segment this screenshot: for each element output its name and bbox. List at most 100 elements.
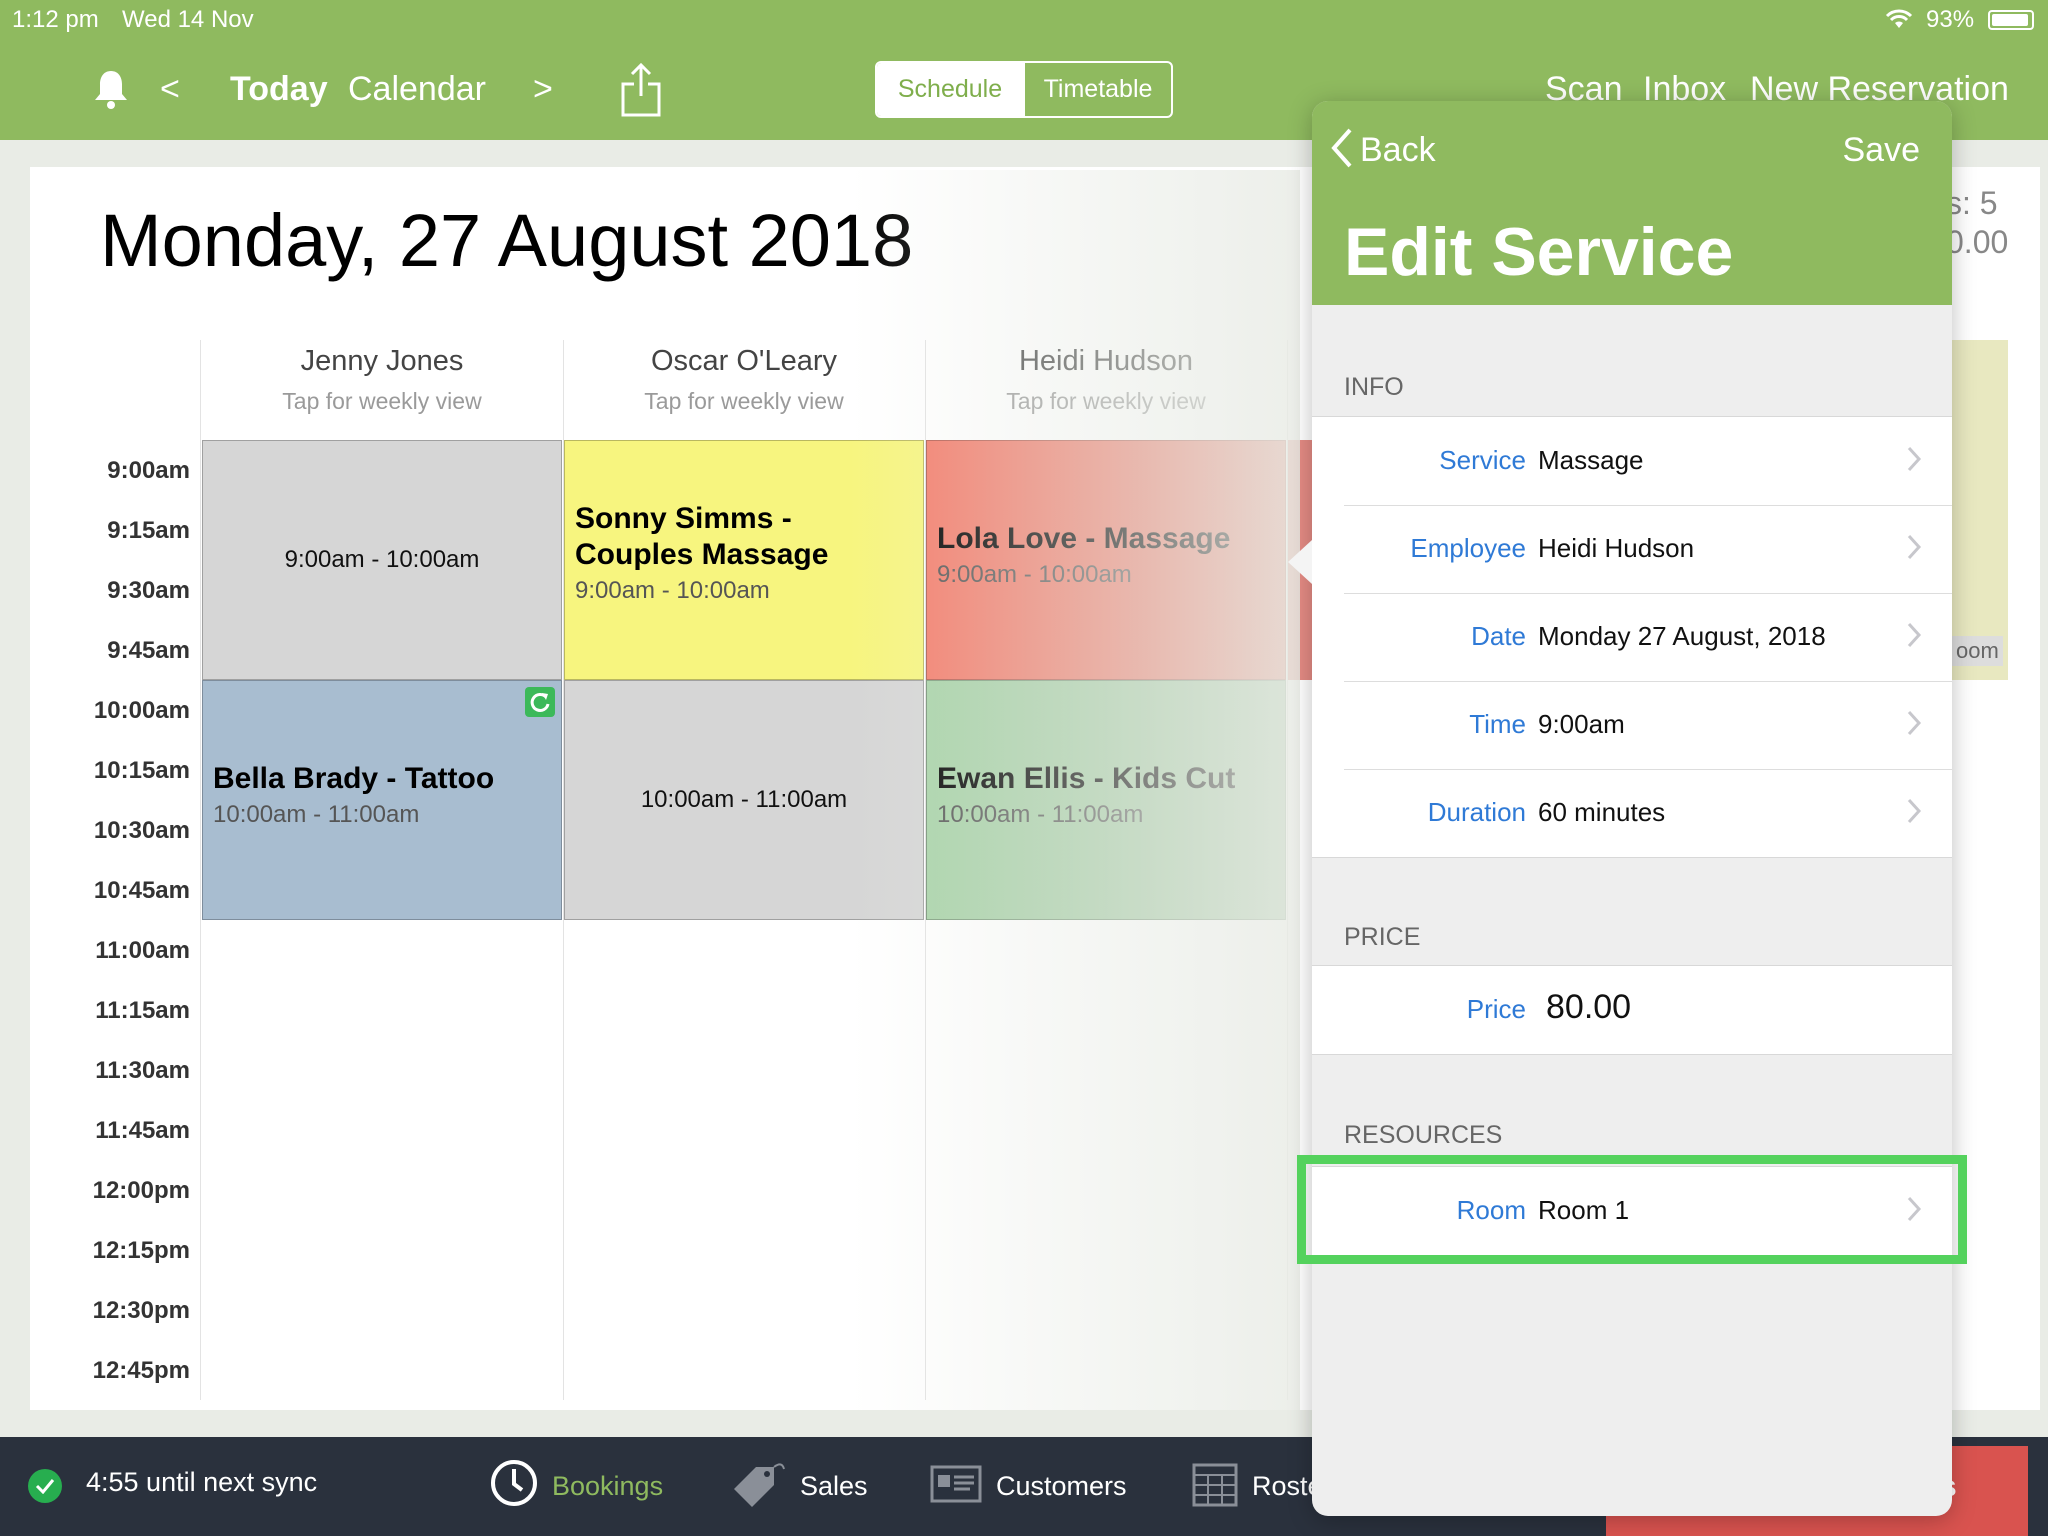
date-row[interactable]: Date Monday 27 August, 2018 bbox=[1312, 593, 1952, 681]
chevron-right-icon bbox=[1906, 797, 1922, 830]
resources-section-label: RESOURCES bbox=[1344, 1121, 1503, 1149]
price-row[interactable]: Price 80.00 bbox=[1312, 966, 1952, 1054]
row-value: Monday 27 August, 2018 bbox=[1538, 621, 1826, 651]
appointment-block[interactable]: Bella Brady - Tattoo 10:00am - 11:00am bbox=[202, 680, 562, 920]
appointment-block[interactable]: Ewan Ellis - Kids Cut 10:00am - 11:00am bbox=[926, 680, 1286, 920]
column-header-oscar[interactable]: Oscar O'Leary Tap for weekly view bbox=[564, 345, 924, 415]
clock-icon bbox=[490, 1459, 552, 1514]
row-label: Date bbox=[1471, 621, 1526, 651]
tab-bookings[interactable]: Bookings bbox=[490, 1459, 663, 1514]
status-date: Wed 14 Nov bbox=[122, 6, 254, 33]
back-button[interactable]: Back bbox=[1330, 127, 1436, 174]
duration-row[interactable]: Duration 60 minutes bbox=[1312, 769, 1952, 857]
appointment-time: 10:00am - 11:00am bbox=[640, 786, 848, 813]
appointment-time: 9:00am - 10:00am bbox=[575, 577, 770, 604]
time-label: 12:45pm bbox=[92, 1357, 190, 1384]
price-input[interactable]: 80.00 bbox=[1546, 988, 1631, 1027]
row-value: Heidi Hudson bbox=[1538, 533, 1695, 563]
time-label: 12:30pm bbox=[92, 1297, 190, 1324]
sync-status: 4:55 until next sync bbox=[86, 1467, 318, 1497]
save-button[interactable]: Save bbox=[1843, 131, 1921, 170]
appointment-time: 9:00am - 10:00am bbox=[937, 561, 1132, 588]
customers-icon bbox=[930, 1459, 996, 1514]
time-label: 12:15pm bbox=[92, 1237, 190, 1264]
tab-roster[interactable]: Roste bbox=[1192, 1459, 1323, 1514]
tab-label: Sales bbox=[800, 1471, 868, 1501]
row-label: Employee bbox=[1410, 533, 1526, 563]
panel-title: Edit Service bbox=[1344, 214, 1734, 290]
battery-percent: 93% bbox=[1926, 6, 1975, 33]
popover-arrow bbox=[1288, 540, 1312, 584]
peek-room-label: oom bbox=[1952, 636, 2003, 666]
time-label: 9:45am bbox=[107, 637, 190, 664]
appointment-time: 10:00am - 11:00am bbox=[937, 801, 1144, 828]
room-row-highlight bbox=[1297, 1155, 1967, 1264]
time-label: 11:45am bbox=[95, 1117, 190, 1144]
appointment-block[interactable]: Sonny Simms - Couples Massage 9:00am - 1… bbox=[564, 440, 924, 680]
row-value: 9:00am bbox=[1538, 709, 1625, 739]
time-label: 11:15am bbox=[95, 997, 190, 1024]
time-label: 10:30am bbox=[93, 817, 190, 844]
view-segmented-control: Schedule Timetable bbox=[875, 61, 1173, 118]
tab-sales[interactable]: Sales bbox=[730, 1459, 868, 1514]
appointment-time: 10:00am - 11:00am bbox=[213, 801, 420, 828]
appointment-block[interactable]: Lola Love - Massage 9:00am - 10:00am bbox=[926, 440, 1286, 680]
row-value: 60 minutes bbox=[1538, 797, 1666, 827]
column-subtitle: Tap for weekly view bbox=[1006, 388, 1206, 414]
appointment-title: Lola Love - Massage bbox=[937, 522, 1231, 555]
panel-header: Back Save Edit Service bbox=[1312, 101, 1952, 305]
tab-customers[interactable]: Customers bbox=[930, 1459, 1127, 1514]
appointment-title: Bella Brady - Tattoo bbox=[213, 762, 495, 795]
appointment-block[interactable]: 9:00am - 10:00am bbox=[202, 440, 562, 680]
price-tag-icon bbox=[730, 1459, 800, 1514]
repeat-icon bbox=[525, 687, 555, 717]
time-row[interactable]: Time 9:00am bbox=[1312, 681, 1952, 769]
time-label: 10:00am bbox=[93, 697, 190, 724]
appointment-time: 9:00am - 10:00am bbox=[284, 546, 480, 573]
column-name: Heidi Hudson bbox=[1018, 345, 1194, 377]
time-label: 10:45am bbox=[93, 877, 190, 904]
row-label: Price bbox=[1466, 994, 1526, 1024]
time-label: 12:00pm bbox=[92, 1177, 190, 1204]
employee-row[interactable]: Employee Heidi Hudson bbox=[1312, 505, 1952, 593]
prev-button[interactable]: < bbox=[160, 70, 180, 109]
sync-check-icon bbox=[28, 1469, 62, 1503]
column-header-jenny[interactable]: Jenny Jones Tap for weekly view bbox=[202, 345, 562, 415]
column-header-heidi[interactable]: Heidi Hudson Tap for weekly view bbox=[926, 345, 1286, 415]
right-column-peek: oom bbox=[1952, 340, 2008, 680]
time-label: 9:00am bbox=[107, 457, 190, 484]
time-label: 11:30am bbox=[95, 1057, 190, 1084]
next-button[interactable]: > bbox=[533, 70, 553, 109]
chevron-right-icon bbox=[1906, 621, 1922, 654]
row-value: Massage bbox=[1538, 445, 1644, 475]
time-label: 10:15am bbox=[93, 757, 190, 784]
chevron-right-icon bbox=[1906, 709, 1922, 742]
peek-text-1: s: 5 bbox=[1946, 185, 1998, 221]
appointment-title: Sonny Simms - Couples Massage bbox=[575, 502, 829, 571]
schedule-segment[interactable]: Schedule bbox=[877, 63, 1023, 116]
tab-label: Customers bbox=[996, 1471, 1127, 1501]
service-row[interactable]: Service Massage bbox=[1312, 417, 1952, 505]
time-label: 9:30am bbox=[107, 577, 190, 604]
status-time: 1:12 pm bbox=[12, 6, 99, 33]
bell-icon[interactable] bbox=[92, 68, 130, 115]
price-section-label: PRICE bbox=[1344, 923, 1421, 951]
share-icon[interactable] bbox=[620, 62, 662, 123]
appointment-block[interactable]: 10:00am - 11:00am bbox=[564, 680, 924, 920]
column-subtitle: Tap for weekly view bbox=[644, 388, 844, 414]
column-name: Jenny Jones bbox=[300, 345, 464, 377]
timetable-segment[interactable]: Timetable bbox=[1023, 63, 1171, 116]
battery-icon bbox=[1988, 10, 2034, 30]
time-label: 11:00am bbox=[95, 937, 190, 964]
calendar-button[interactable]: Calendar bbox=[348, 70, 486, 109]
wifi-icon bbox=[1884, 8, 1914, 35]
column-divider bbox=[200, 340, 201, 1400]
today-button[interactable]: Today bbox=[230, 70, 328, 109]
time-label: 9:15am bbox=[107, 517, 190, 544]
back-label: Back bbox=[1360, 131, 1436, 169]
info-section-label: INFO bbox=[1344, 373, 1404, 401]
chevron-right-icon bbox=[1906, 445, 1922, 478]
appointment-title: Ewan Ellis - Kids Cut bbox=[937, 762, 1236, 795]
peek-text-2: 0.00 bbox=[1946, 224, 2009, 260]
row-label: Duration bbox=[1427, 797, 1526, 827]
